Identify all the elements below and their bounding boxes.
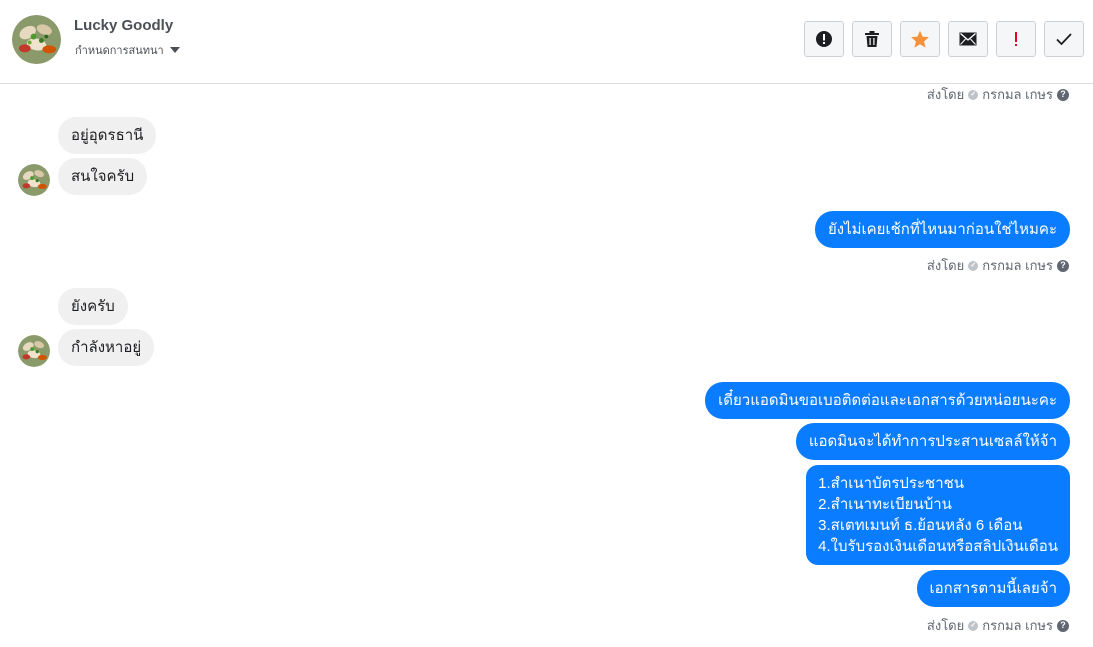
conversation-header: Lucky Goodly กำหนดการสนทนา	[0, 0, 1093, 84]
incoming-message[interactable]: อยู่อุดรธานี	[58, 117, 157, 154]
exclamation-icon	[1015, 32, 1017, 46]
delete-button[interactable]	[852, 21, 892, 57]
sent-by-name: กรกมล เกษร	[982, 258, 1053, 273]
conversation-settings-label: กำหนดการสนทนา	[75, 45, 164, 57]
outgoing-message[interactable]: เดี๋ยวแอดมินขอเบอติดต่อและเอกสารด้วยหน่อ…	[705, 382, 1070, 419]
contact-avatar-small[interactable]	[18, 335, 50, 367]
document-list-item: 2.สำเนาทะเบียนบ้าน	[818, 496, 952, 513]
checkmark-icon	[1056, 33, 1072, 46]
contact-name[interactable]: Lucky Goodly	[74, 17, 173, 34]
document-list-item: 4.ใบรับรองเงินเดือนหรือสลิปเงินเดือน	[818, 538, 1058, 555]
outgoing-message[interactable]: แอดมินจะได้ทำการประสานเซลล์ให้จ้า	[795, 423, 1070, 460]
sent-by-label: ส่งโดย	[926, 618, 965, 633]
conversation-settings-dropdown[interactable]: กำหนดการสนทนา	[75, 41, 180, 59]
verified-check-icon: ✓	[968, 89, 979, 100]
mark-unread-button[interactable]	[948, 21, 988, 57]
document-list-item: 1.สำเนาบัตรประชาชน	[818, 475, 965, 492]
incoming-message[interactable]: สนใจครับ	[58, 158, 148, 195]
star-button[interactable]	[900, 21, 940, 57]
incoming-message[interactable]: ยังครับ	[58, 288, 128, 325]
contact-avatar[interactable]	[12, 15, 61, 64]
sent-by-info: ส่งโดย ✓ กรกมล เกษร ?	[927, 615, 1069, 636]
food-photo-icon	[18, 335, 50, 367]
document-list-item: 3.สเตทเมนท์ ธ.ย้อนหลัง 6 เดือน	[818, 517, 1023, 534]
done-button[interactable]	[1044, 21, 1084, 57]
star-icon	[911, 30, 929, 48]
important-button[interactable]	[996, 21, 1036, 57]
sent-by-name: กรกมล เกษร	[982, 618, 1053, 633]
verified-check-icon: ✓	[968, 260, 979, 271]
help-icon[interactable]: ?	[1057, 259, 1069, 272]
contact-avatar-small[interactable]	[18, 164, 50, 196]
sent-by-label: ส่งโดย	[926, 87, 965, 102]
help-icon[interactable]: ?	[1057, 88, 1069, 101]
outgoing-message-document-list[interactable]: 1.สำเนาบัตรประชาชน 2.สำเนาทะเบียนบ้าน 3.…	[806, 465, 1070, 565]
sent-by-name: กรกมล เกษร	[982, 87, 1053, 102]
sent-by-label: ส่งโดย	[926, 258, 965, 273]
verified-check-icon: ✓	[968, 620, 979, 631]
food-photo-icon	[12, 15, 61, 64]
trash-icon	[865, 31, 879, 47]
caret-down-icon	[169, 47, 180, 53]
help-icon[interactable]: ?	[1057, 619, 1069, 632]
sent-by-info: ส่งโดย ✓ กรกมล เกษร ?	[927, 255, 1069, 276]
report-spam-button[interactable]	[804, 21, 844, 57]
sent-by-info: ส่งโดย ✓ กรกมล เกษร ?	[927, 84, 1069, 105]
food-photo-icon	[18, 164, 50, 196]
incoming-message[interactable]: กำลังหาอยู่	[58, 329, 155, 366]
outgoing-message[interactable]: เอกสารตามนี้เลยจ้า	[916, 570, 1070, 607]
outgoing-message[interactable]: ยังไม่เคยเช้กที่ไหนมาก่อนใช่ไหมคะ	[814, 211, 1070, 248]
alert-circle-icon	[816, 31, 832, 47]
envelope-icon	[959, 32, 977, 46]
